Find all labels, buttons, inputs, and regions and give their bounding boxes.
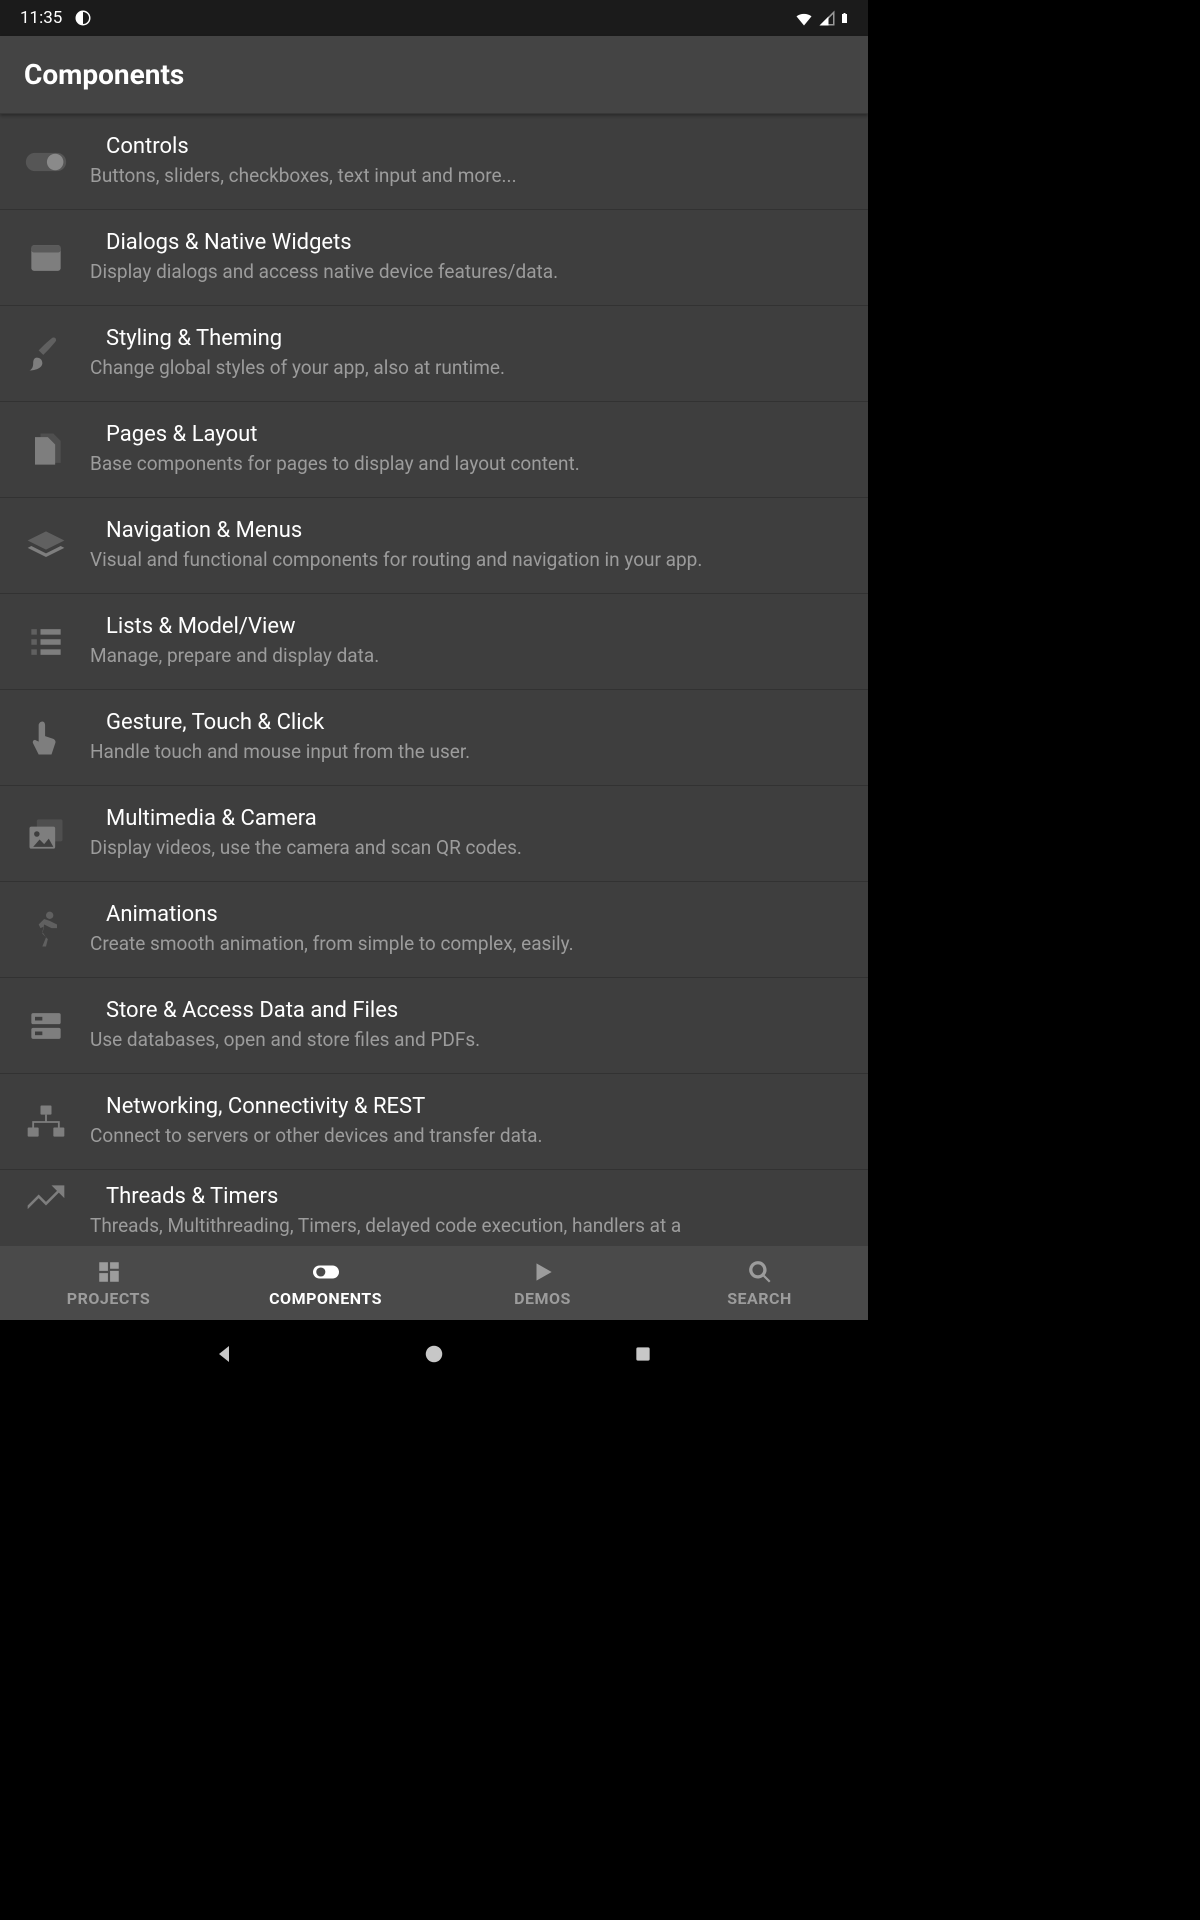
tab-demos[interactable]: DEMOS [434, 1246, 651, 1320]
storage-icon [18, 998, 74, 1054]
list-item-navigation[interactable]: Navigation & Menus Visual and functional… [0, 498, 868, 594]
brush-icon [18, 326, 74, 382]
list-item-lists[interactable]: Lists & Model/View Manage, prepare and d… [0, 594, 868, 690]
item-subtitle: Use databases, open and store files and … [90, 1027, 848, 1053]
bottom-nav: PROJECTS COMPONENTS DEMOS SEARCH [0, 1246, 868, 1320]
item-subtitle: Connect to servers or other devices and … [90, 1123, 848, 1149]
tab-projects[interactable]: PROJECTS [0, 1246, 217, 1320]
item-title: Styling & Theming [90, 326, 848, 351]
tab-components[interactable]: COMPONENTS [217, 1246, 434, 1320]
tab-label: PROJECTS [67, 1289, 150, 1308]
window-icon [18, 230, 74, 286]
app-header: Components [0, 36, 868, 114]
signal-icon [818, 9, 836, 27]
item-title: Multimedia & Camera [90, 806, 848, 831]
tab-search[interactable]: SEARCH [651, 1246, 868, 1320]
item-subtitle: Buttons, sliders, checkboxes, text input… [90, 163, 848, 189]
page-icon [18, 422, 74, 478]
toggle-icon [18, 134, 74, 190]
item-subtitle: Change global styles of your app, also a… [90, 355, 848, 381]
item-title: Lists & Model/View [90, 614, 848, 639]
wifi-icon [794, 8, 814, 28]
item-subtitle: Handle touch and mouse input from the us… [90, 739, 848, 765]
status-time: 11:35 [20, 8, 62, 28]
contrast-icon [74, 9, 92, 27]
list-item-controls[interactable]: Controls Buttons, sliders, checkboxes, t… [0, 114, 868, 210]
tab-label: DEMOS [514, 1289, 571, 1308]
list-icon [18, 614, 74, 670]
list-item-pages[interactable]: Pages & Layout Base components for pages… [0, 402, 868, 498]
battery-icon [840, 8, 852, 28]
item-subtitle: Manage, prepare and display data. [90, 643, 848, 669]
list-item-storage[interactable]: Store & Access Data and Files Use databa… [0, 978, 868, 1074]
item-subtitle: Create smooth animation, from simple to … [90, 931, 848, 957]
item-title: Networking, Connectivity & REST [90, 1094, 848, 1119]
nav-recent-button[interactable] [625, 1336, 661, 1372]
list-item-gesture[interactable]: Gesture, Touch & Click Handle touch and … [0, 690, 868, 786]
item-title: Threads & Timers [90, 1184, 848, 1209]
system-nav-bar [0, 1320, 868, 1388]
touch-icon [18, 710, 74, 766]
list-item-dialogs[interactable]: Dialogs & Native Widgets Display dialogs… [0, 210, 868, 306]
item-subtitle: Threads, Multithreading, Timers, delayed… [90, 1213, 848, 1239]
item-subtitle: Display videos, use the camera and scan … [90, 835, 848, 861]
item-title: Gesture, Touch & Click [90, 710, 848, 735]
list-item-threads[interactable]: Threads & Timers Threads, Multithreading… [0, 1170, 868, 1242]
network-icon [18, 1094, 74, 1150]
image-icon [18, 806, 74, 862]
item-subtitle: Display dialogs and access native device… [90, 259, 848, 285]
components-list[interactable]: Controls Buttons, sliders, checkboxes, t… [0, 114, 868, 1246]
tab-label: COMPONENTS [269, 1289, 382, 1308]
layers-icon [18, 518, 74, 574]
list-item-multimedia[interactable]: Multimedia & Camera Display videos, use … [0, 786, 868, 882]
status-bar: 11:35 [0, 0, 868, 36]
item-title: Animations [90, 902, 848, 927]
list-item-networking[interactable]: Networking, Connectivity & REST Connect … [0, 1074, 868, 1170]
item-title: Store & Access Data and Files [90, 998, 848, 1023]
page-title: Components [24, 58, 184, 91]
tab-label: SEARCH [727, 1289, 792, 1308]
item-subtitle: Visual and functional components for rou… [90, 547, 848, 573]
run-icon [18, 902, 74, 958]
item-subtitle: Base components for pages to display and… [90, 451, 848, 477]
item-title: Dialogs & Native Widgets [90, 230, 848, 255]
list-item-animations[interactable]: Animations Create smooth animation, from… [0, 882, 868, 978]
item-title: Navigation & Menus [90, 518, 848, 543]
item-title: Pages & Layout [90, 422, 848, 447]
nav-back-button[interactable] [207, 1336, 243, 1372]
nav-home-button[interactable] [416, 1336, 452, 1372]
trending-icon [18, 1172, 74, 1228]
item-title: Controls [90, 134, 848, 159]
list-item-styling[interactable]: Styling & Theming Change global styles o… [0, 306, 868, 402]
